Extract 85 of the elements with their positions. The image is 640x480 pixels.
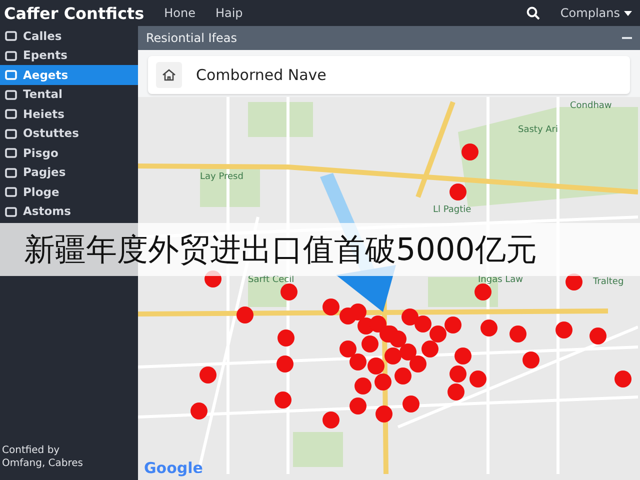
home-icon xyxy=(156,62,182,88)
map-label: Sasty Ari xyxy=(518,125,558,135)
map-marker[interactable] xyxy=(340,340,356,358)
map-label: Lay Presd xyxy=(200,172,244,182)
map-marker[interactable] xyxy=(384,348,402,364)
map-marker[interactable] xyxy=(410,356,426,372)
map-marker[interactable] xyxy=(274,392,292,408)
map-marker[interactable] xyxy=(556,322,572,338)
sidebar-item[interactable]: Pagjes xyxy=(0,162,138,182)
map-marker[interactable] xyxy=(510,326,526,342)
map-marker[interactable] xyxy=(448,384,464,400)
map-marker[interactable] xyxy=(370,316,386,332)
map-marker[interactable] xyxy=(278,330,294,346)
item-icon xyxy=(5,206,17,217)
sidebar-item[interactable]: Aegets xyxy=(0,65,138,84)
item-icon xyxy=(5,108,17,120)
item-icon xyxy=(5,50,17,61)
map-marker[interactable] xyxy=(402,308,418,326)
map-marker[interactable] xyxy=(280,284,298,300)
map-marker[interactable] xyxy=(480,320,498,336)
map-marker[interactable] xyxy=(400,344,416,360)
map-marker[interactable] xyxy=(190,402,208,420)
park-area xyxy=(248,102,313,137)
account-menu[interactable]: Complans xyxy=(560,6,632,20)
item-icon xyxy=(5,88,17,100)
map-marker[interactable] xyxy=(566,274,582,290)
item-icon xyxy=(5,128,17,139)
app-title: Caffer Contficts xyxy=(4,4,144,22)
map-marker[interactable] xyxy=(376,406,392,422)
search-field[interactable]: Comborned Nave xyxy=(148,56,630,94)
sidebar-item[interactable]: Calles xyxy=(0,26,138,46)
sidebar-item[interactable]: Epents xyxy=(0,46,138,65)
caret-icon xyxy=(624,10,632,16)
map-label: Sarft Cecil xyxy=(248,275,294,285)
search-icon[interactable] xyxy=(526,6,540,20)
map-marker[interactable] xyxy=(402,396,420,412)
sidebar-item[interactable]: Pisgo xyxy=(0,143,138,162)
sidebar-item[interactable]: Astoms xyxy=(0,202,138,221)
map-marker[interactable] xyxy=(470,370,486,388)
sidebar-item[interactable]: Heiets xyxy=(0,104,138,124)
nav-link[interactable]: Hone xyxy=(164,6,196,20)
map-marker[interactable] xyxy=(462,144,478,160)
map-marker[interactable] xyxy=(350,304,366,320)
map-label: Tralteg xyxy=(593,277,624,287)
sidebar-item[interactable]: Tental xyxy=(0,84,138,104)
item-icon xyxy=(5,186,17,198)
map-marker[interactable] xyxy=(236,306,254,324)
map-marker[interactable] xyxy=(474,284,492,300)
map-marker[interactable] xyxy=(350,354,366,370)
map-marker[interactable] xyxy=(590,328,606,344)
park-area xyxy=(293,432,343,467)
item-icon xyxy=(5,30,17,42)
park-area xyxy=(200,167,260,207)
map-marker[interactable] xyxy=(522,352,540,368)
map-marker[interactable] xyxy=(350,398,366,414)
map-label: Ingas Law xyxy=(478,275,524,285)
map-marker[interactable] xyxy=(394,368,412,384)
map-marker[interactable] xyxy=(430,326,446,342)
panel-title: Resiontial Ifeas xyxy=(146,31,238,45)
map-marker[interactable] xyxy=(322,412,340,428)
map-marker[interactable] xyxy=(200,366,216,384)
map-marker[interactable] xyxy=(322,298,340,316)
map-attribution: Google xyxy=(144,459,203,477)
map-marker[interactable] xyxy=(362,336,378,352)
caption-text: 新疆年度外贸进出口值首破5000亿元 xyxy=(24,230,537,270)
map-marker[interactable] xyxy=(422,340,438,358)
map-label: Ll Pagtie xyxy=(433,205,472,215)
map-marker[interactable] xyxy=(614,370,632,388)
map-marker[interactable] xyxy=(444,316,462,334)
map-marker[interactable] xyxy=(454,348,472,364)
map-marker[interactable] xyxy=(368,358,384,374)
map-marker[interactable] xyxy=(276,356,294,372)
map-marker[interactable] xyxy=(450,366,466,382)
item-icon xyxy=(5,147,17,158)
map-marker[interactable] xyxy=(450,184,466,200)
map-marker[interactable] xyxy=(414,316,432,332)
map-marker[interactable] xyxy=(354,378,372,394)
nav-link[interactable]: Haip xyxy=(215,6,243,20)
item-icon xyxy=(5,69,17,80)
sidebar-item[interactable]: Ploge xyxy=(0,182,138,202)
item-icon xyxy=(5,166,17,178)
map-label: Condhaw xyxy=(570,101,612,111)
map-marker[interactable] xyxy=(374,374,392,390)
sidebar-item[interactable]: Ostuttes xyxy=(0,124,138,143)
footer-credit: Contfied by Omfang, Cabres xyxy=(1,445,84,470)
